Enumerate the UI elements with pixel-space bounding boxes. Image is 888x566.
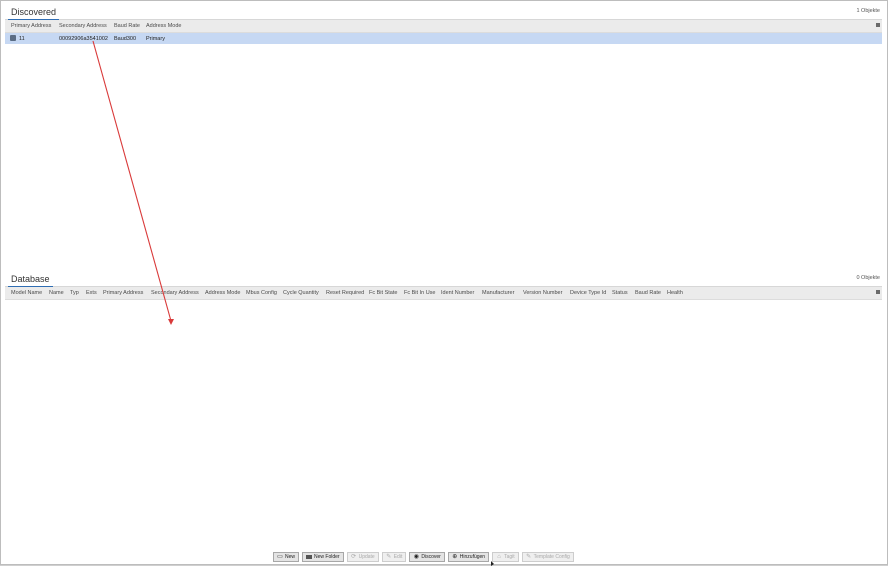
col-fc-bit-state[interactable]: Fc Bit State [369,290,397,296]
cell-secondary: 00092906a3541002 [59,36,108,42]
col-version-number[interactable]: Version Number [523,290,562,296]
new-button[interactable]: ▭ New [273,552,300,562]
new-folder-button-label: New Folder [314,554,340,560]
device-icon [10,35,16,41]
column-menu-icon[interactable] [876,290,880,294]
app-window: Discovered 1 Objekte Primary Address Sec… [0,0,888,566]
folder-icon [306,555,313,559]
tab-database[interactable]: Database [8,273,53,288]
col-name[interactable]: Name [49,290,64,296]
discover-button[interactable]: ◉ Discover [409,552,445,562]
col-cycle-quantity[interactable]: Cycle Quantity [283,290,319,296]
bottom-toolbar: ▭ New New Folder ⟳ Update ✎ Edit ◉ Disco… [273,552,574,563]
col-model-name[interactable]: Model Name [11,290,42,296]
cell-baud: Baud300 [114,36,137,42]
discovered-pane: Discovered 1 Objekte Primary Address Sec… [5,4,882,266]
table-row[interactable]: 11 00092906a3541002 Baud300 Primary [5,33,882,44]
tagit-button-label: Tagit [504,554,515,560]
discovered-header: Discovered 1 Objekte [5,4,882,21]
new-icon: ▭ [277,554,283,560]
tag-icon: ⌂ [497,554,501,560]
column-menu-icon[interactable] [876,23,880,27]
edit-button[interactable]: ✎ Edit [381,552,407,562]
add-icon: ⊕ [452,554,458,560]
tab-discovered[interactable]: Discovered [8,6,60,21]
col-typ[interactable]: Typ [70,290,79,296]
edit-button-label: Edit [393,554,403,560]
col-device-type-id[interactable]: Device Type Id [570,290,606,296]
col-ident-number[interactable]: Ident Number [441,290,474,296]
database-pane: Database 0 Objekte Model Name Name Typ E… [5,271,882,549]
add-button[interactable]: ⊕ Hinzufügen [447,552,490,562]
binoculars-icon: ◉ [413,554,419,560]
col-status[interactable]: Status [612,290,628,296]
discover-button-label: Discover [421,554,441,560]
mouse-cursor-icon [491,561,494,566]
discovered-column-header: Primary Address Secondary Address Baud R… [5,20,882,33]
template-config-button[interactable]: ✎ Template Config [521,552,574,562]
update-icon: ⟳ [351,554,357,560]
template-config-button-label: Template Config [533,554,570,560]
database-count: 0 Objekte [856,275,880,281]
new-button-label: New [285,554,296,560]
col-health[interactable]: Health [667,290,683,296]
database-header: Database 0 Objekte [5,271,882,288]
tagit-button[interactable]: ⌂ Tagit [492,552,519,562]
edit-icon: ✎ [386,554,392,560]
add-button-label: Hinzufügen [459,554,486,560]
col-secondary-address[interactable]: Secondary Address [151,290,199,296]
cell-mode: Primary [146,36,165,42]
update-button[interactable]: ⟳ Update [346,552,379,562]
col-exts[interactable]: Exts [86,290,97,296]
cell-primary: 11 [19,36,25,42]
col-address-mode[interactable]: Address Mode [205,290,240,296]
col-primary-address[interactable]: Primary Address [103,290,143,296]
col-primary-address[interactable]: Primary Address [11,23,51,29]
col-mbus-config[interactable]: Mbus Config [246,290,277,296]
database-column-header: Model Name Name Typ Exts Primary Address… [5,287,882,300]
new-folder-button[interactable]: New Folder [302,552,344,562]
col-fc-bit-in-use[interactable]: Fc Bit In Use [404,290,435,296]
template-icon: ✎ [526,554,532,560]
col-baud-rate[interactable]: Baud Rate [635,290,661,296]
col-reset-required[interactable]: Reset Required [326,290,364,296]
col-manufacturer[interactable]: Manufacturer [482,290,514,296]
discovered-count: 1 Objekte [856,8,880,14]
update-button-label: Update [358,554,375,560]
col-address-mode[interactable]: Address Mode [146,23,181,29]
col-baud-rate[interactable]: Baud Rate [114,23,140,29]
col-secondary-address[interactable]: Secondary Address [59,23,107,29]
